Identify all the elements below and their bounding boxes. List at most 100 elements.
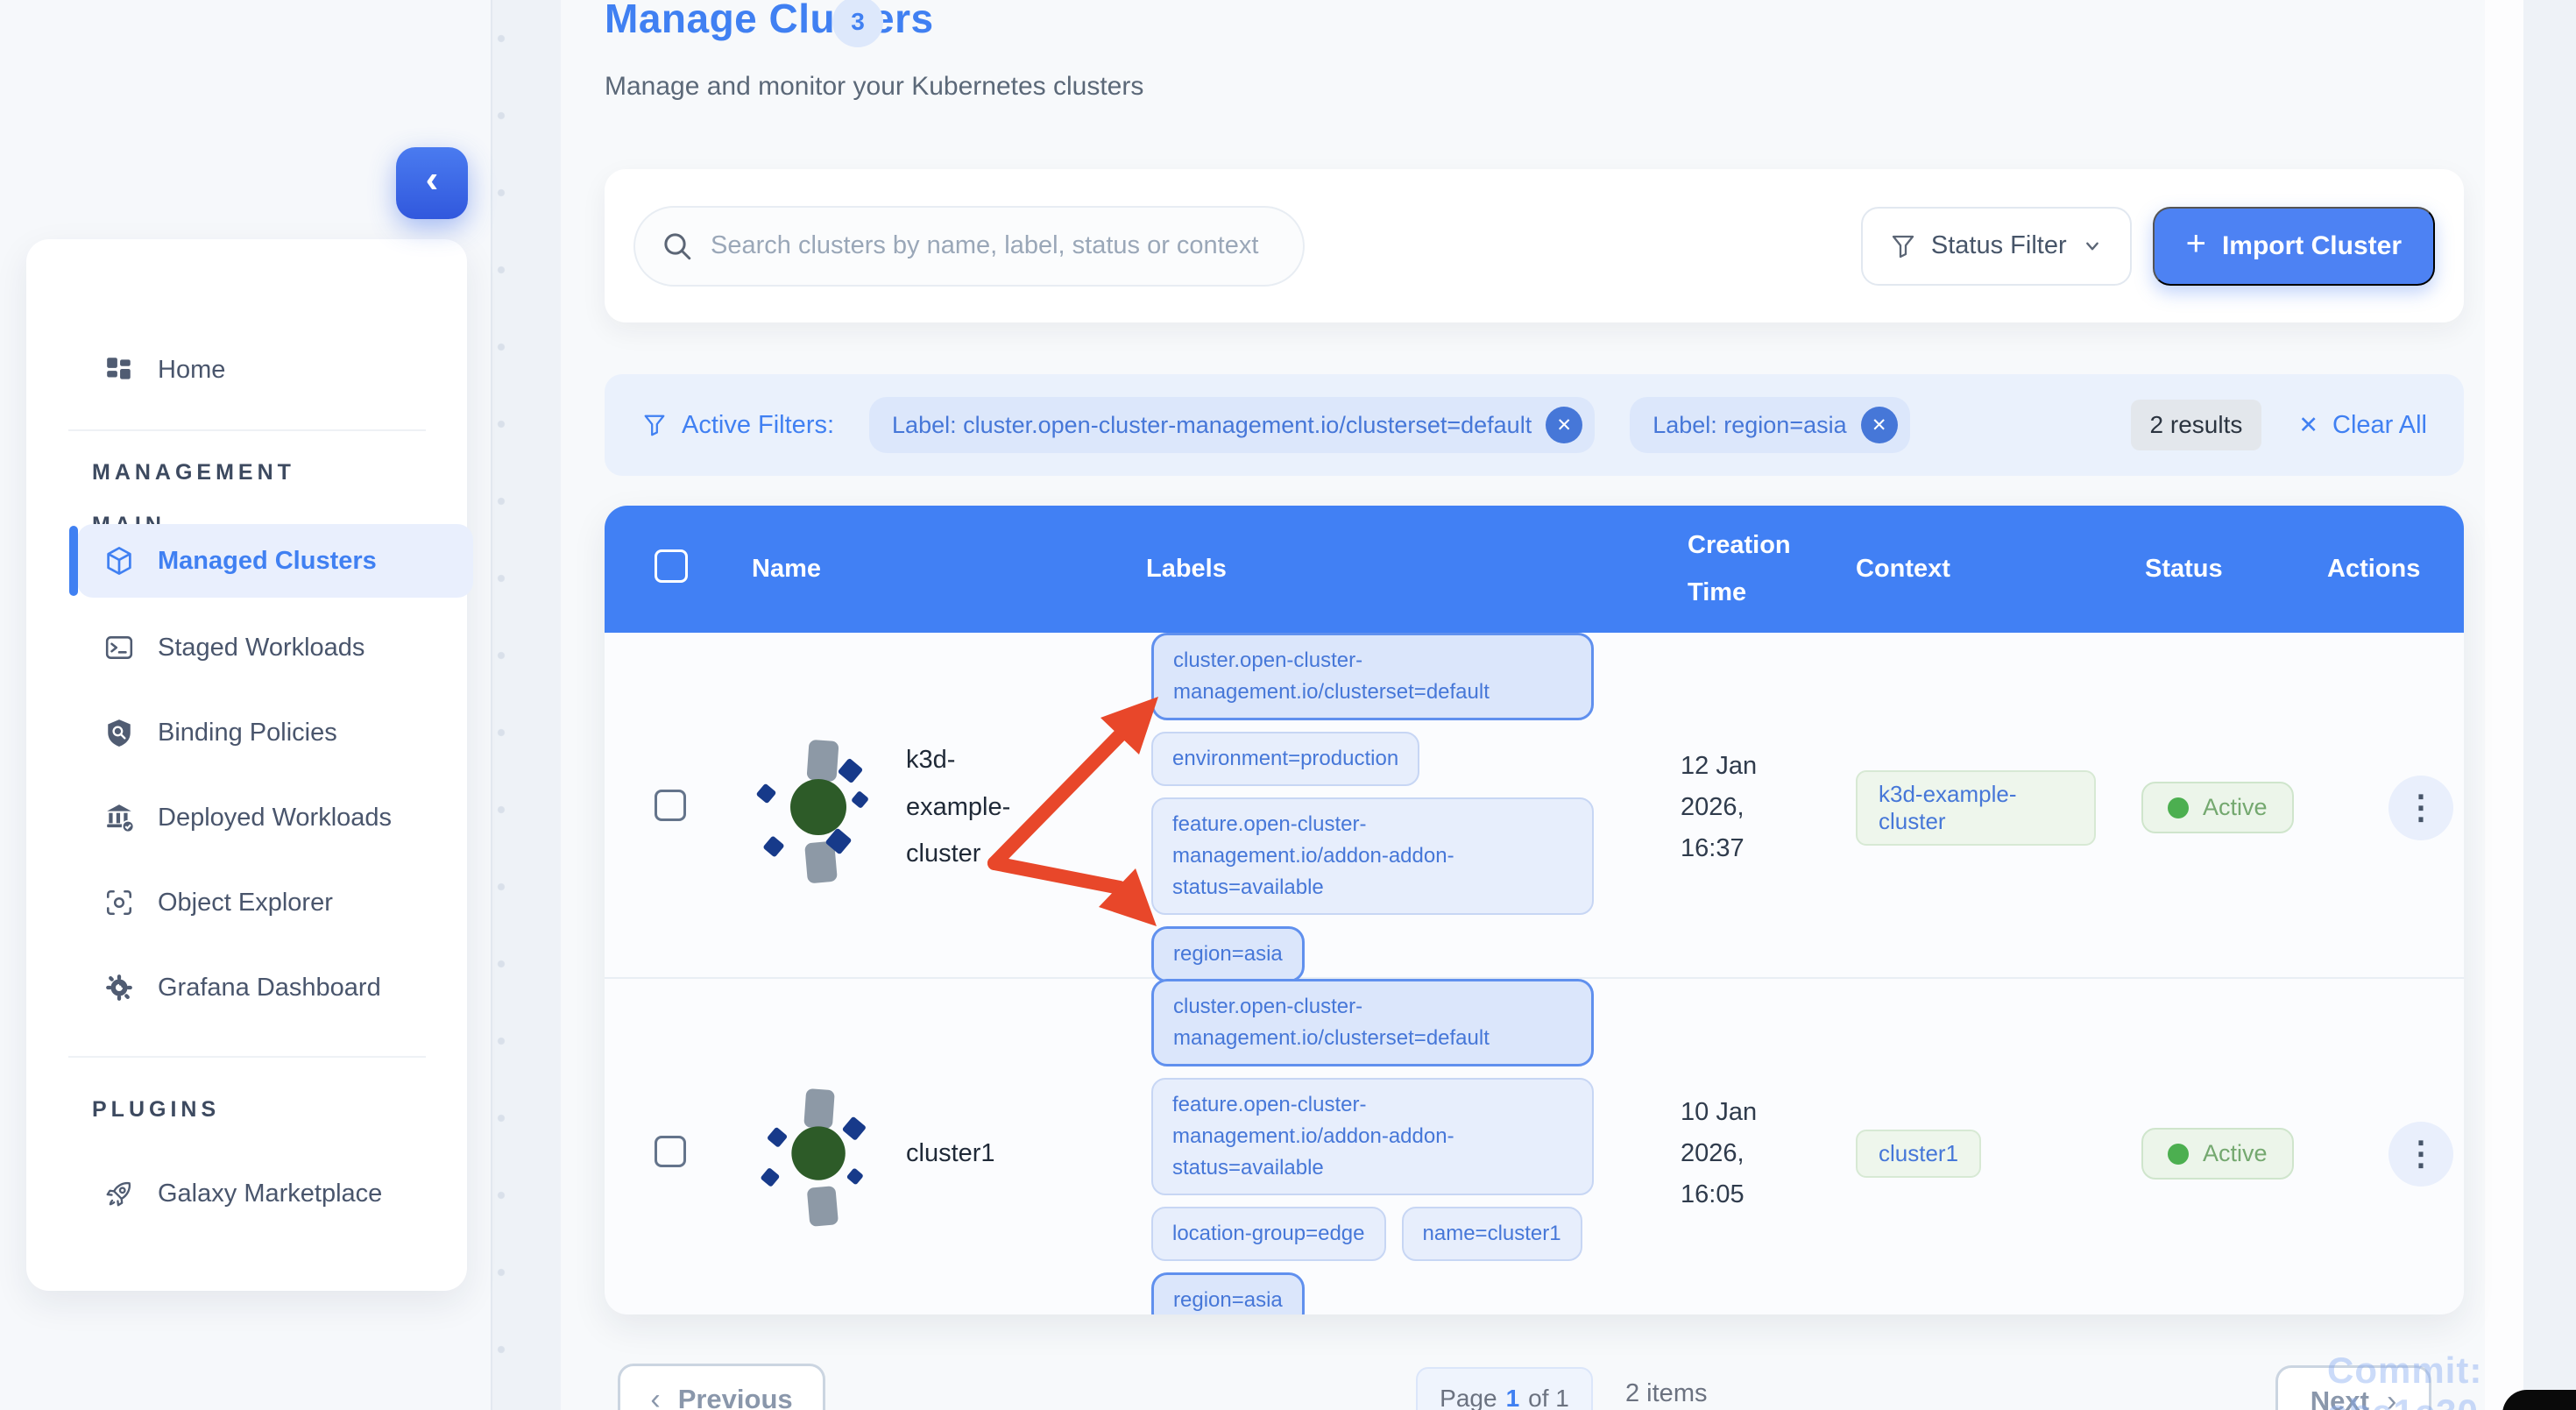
rocket-icon — [103, 1178, 135, 1209]
actions-cell: ⋮ — [2278, 776, 2464, 840]
sidebar-item-label: Galaxy Marketplace — [158, 1180, 382, 1208]
plus-icon: + — [2186, 224, 2206, 264]
creation-time: 12 Jan 2026, 16:37 — [1681, 746, 1780, 869]
cluster-name[interactable]: cluster1 — [906, 1130, 1051, 1178]
label-chip[interactable]: name=cluster1 — [1402, 1207, 1582, 1261]
right-background-strip — [2485, 0, 2523, 1410]
status-badge: Active — [2141, 782, 2294, 833]
label-chip[interactable]: region=asia — [1151, 926, 1305, 982]
clear-all-filters-button[interactable]: ✕ Clear All — [2298, 411, 2427, 440]
header-cell-checkbox — [605, 549, 703, 590]
label-chip[interactable]: environment=production — [1151, 732, 1419, 786]
status-dot-icon — [2168, 797, 2189, 818]
status-filter-button[interactable]: Status Filter — [1861, 207, 2132, 286]
funnel-icon — [641, 412, 668, 438]
table-row: cluster1 cluster.open-cluster-management… — [605, 977, 2464, 1314]
active-filters-label: Active Filters: — [682, 411, 834, 440]
status-label: Active — [2203, 1140, 2268, 1167]
sidebar-collapse-button[interactable]: ‹ — [396, 147, 468, 219]
header-cell-creation-time: Creation Time — [1638, 522, 1814, 616]
context-cell: cluster1 — [1807, 1130, 2096, 1178]
items-count: 2 items — [1625, 1379, 1707, 1408]
label-chip[interactable]: cluster.open-cluster-management.io/clust… — [1151, 979, 1594, 1066]
label-chip[interactable]: feature.open-cluster-management.io/addon… — [1151, 1078, 1594, 1195]
row-checkbox[interactable] — [655, 1136, 686, 1167]
creation-time-cell: 12 Jan 2026, 16:37 — [1638, 746, 1807, 869]
name-cell: cluster1 — [703, 1080, 1097, 1229]
import-cluster-button[interactable]: + Import Cluster — [2153, 207, 2435, 286]
header-cell-labels: Labels — [1097, 555, 1638, 584]
sidebar-item-label: Managed Clusters — [158, 547, 377, 576]
chevron-left-icon: ‹ — [426, 160, 439, 199]
close-icon: ✕ — [1872, 414, 1887, 436]
current-page: 1 — [1506, 1385, 1520, 1410]
search-input[interactable] — [635, 208, 1303, 285]
label-chip[interactable]: location-group=edge — [1151, 1207, 1386, 1261]
cluster-name[interactable]: k3d-example-cluster — [906, 737, 1051, 878]
label-chip[interactable]: cluster.open-cluster-management.io/clust… — [1151, 633, 1594, 720]
row-actions-menu-button[interactable]: ⋮ — [2388, 776, 2453, 840]
shield-search-icon — [103, 717, 135, 748]
bank-check-icon — [103, 802, 135, 833]
table-row: k3d-example-cluster cluster.open-cluster… — [605, 633, 2464, 977]
label-chip[interactable]: region=asia — [1151, 1272, 1305, 1314]
page-indicator: Page 1 of 1 — [1416, 1367, 1593, 1410]
page-label: Page — [1440, 1385, 1497, 1410]
kebab-icon: ⋮ — [2404, 788, 2438, 827]
status-badge: Active — [2141, 1128, 2294, 1180]
kebab-icon: ⋮ — [2404, 1134, 2438, 1173]
sidebar-item-managed-clusters[interactable]: Managed Clusters — [77, 524, 473, 598]
sidebar-item-deployed-workloads[interactable]: Deployed Workloads — [77, 790, 473, 846]
terminal-icon — [103, 632, 135, 663]
sidebar-heading-plugins: PLUGINS — [92, 1097, 220, 1123]
active-filters-title: Active Filters: — [641, 411, 834, 440]
sidebar-item-object-explorer[interactable]: Object Explorer — [77, 875, 473, 931]
page-of-label: of 1 — [1528, 1385, 1569, 1410]
search-icon — [660, 229, 695, 264]
remove-filter-icon[interactable]: ✕ — [1861, 407, 1898, 443]
focus-scan-icon — [103, 887, 135, 918]
sidebar-item-home[interactable]: Home — [77, 342, 473, 398]
sidebar-item-staged-workloads[interactable]: Staged Workloads — [77, 620, 473, 676]
clear-all-label: Clear All — [2332, 411, 2427, 440]
label-chip[interactable]: feature.open-cluster-management.io/addon… — [1151, 797, 1594, 915]
chevron-down-icon — [2081, 235, 2104, 258]
name-cell: k3d-example-cluster — [703, 733, 1097, 882]
previous-page-button[interactable]: ‹ Previous — [618, 1364, 825, 1410]
clusters-table: Name Labels Creation Time Context Status… — [605, 506, 2464, 1314]
vertical-divider — [491, 0, 492, 1410]
row-checkbox[interactable] — [655, 790, 686, 821]
row-checkbox-cell — [605, 790, 703, 825]
sidebar-item-label: Binding Policies — [158, 719, 337, 748]
labels-cell: cluster.open-cluster-management.io/clust… — [1097, 633, 1638, 982]
row-checkbox-cell — [605, 1136, 703, 1172]
filter-chip-label: Label: region=asia — [1652, 412, 1846, 439]
creation-time-cell: 10 Jan 2026, 16:05 — [1638, 1092, 1807, 1215]
results-count-badge: 2 results — [2131, 400, 2262, 450]
sidebar-item-binding-policies[interactable]: Binding Policies — [77, 705, 473, 761]
select-all-checkbox[interactable] — [655, 549, 688, 583]
sidebar-heading-management: MANAGEMENT — [92, 460, 295, 485]
corner-widget[interactable] — [2502, 1390, 2576, 1410]
context-chip[interactable]: cluster1 — [1856, 1130, 1981, 1178]
cluster-topology-icon — [761, 1082, 879, 1225]
funnel-icon — [1889, 232, 1917, 260]
status-label: Active — [2203, 794, 2268, 821]
import-cluster-label: Import Cluster — [2222, 231, 2402, 261]
row-actions-menu-button[interactable]: ⋮ — [2388, 1122, 2453, 1187]
header-cell-actions: Actions — [2278, 555, 2464, 584]
sidebar-item-grafana-dashboard[interactable]: Grafana Dashboard — [77, 960, 473, 1016]
page-title: Manage Clusters — [605, 0, 934, 42]
sidebar: MAIN Home MANAGEMENT Managed Clusters St… — [26, 239, 467, 1291]
cluster-topology-icon — [759, 733, 881, 882]
previous-label: Previous — [678, 1384, 793, 1410]
sidebar-item-galaxy-marketplace[interactable]: Galaxy Marketplace — [77, 1166, 473, 1222]
context-chip[interactable]: k3d-example-cluster — [1856, 770, 2096, 846]
header-cell-context: Context — [1807, 555, 2096, 584]
dashboard-grid-icon — [103, 354, 135, 386]
table-header-row: Name Labels Creation Time Context Status… — [605, 506, 2464, 633]
status-cell: Active — [2096, 1128, 2278, 1180]
sidebar-item-label: Home — [158, 356, 225, 385]
remove-filter-icon[interactable]: ✕ — [1546, 407, 1582, 443]
context-cell: k3d-example-cluster — [1807, 770, 2096, 846]
